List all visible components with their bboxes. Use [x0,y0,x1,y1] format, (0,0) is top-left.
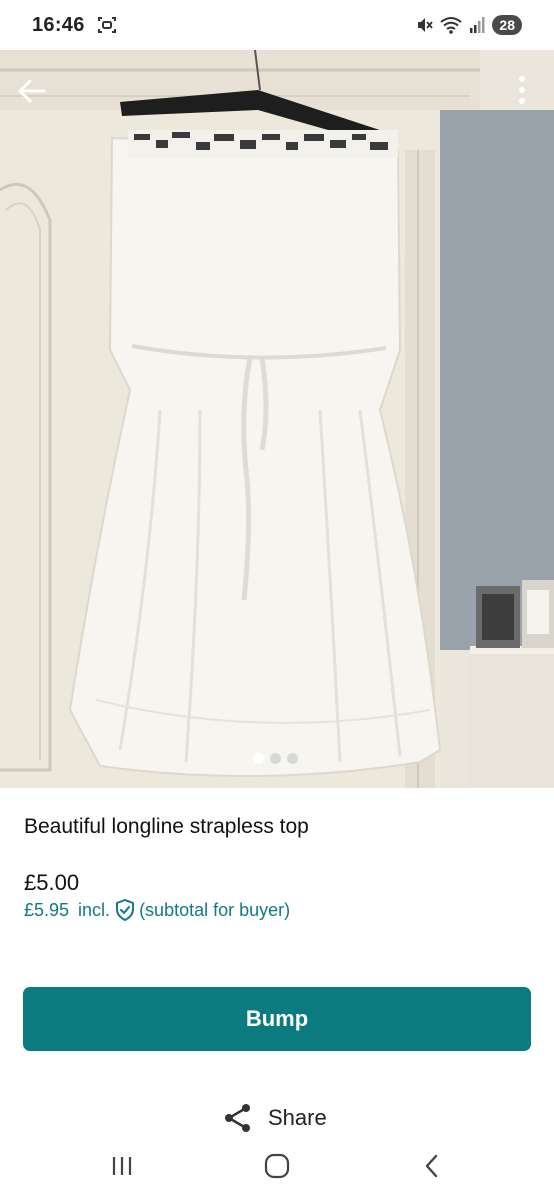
wifi-icon [440,17,463,34]
battery-icon: 28 [492,15,522,35]
dress-image [0,50,554,788]
home-icon [264,1153,290,1179]
bump-button[interactable]: Bump [23,987,531,1051]
system-back-button[interactable] [412,1150,452,1182]
listing-price: £5.00 [24,870,80,895]
share-label: Share [268,1105,327,1130]
system-nav-bar [0,1140,554,1200]
image-pager-dots[interactable] [253,753,298,764]
signal-icon [470,17,485,33]
pager-dot[interactable] [253,753,264,764]
back-arrow-button[interactable] [14,76,50,106]
share-button[interactable]: Share [222,1098,327,1138]
listing-title: Beautiful longline strapless top [24,815,309,838]
product-photo[interactable] [0,50,554,788]
mute-icon [418,18,434,32]
share-icon [225,1104,250,1132]
buyer-price: £5.95 [24,899,70,920]
subtotal-note: (subtotal for buyer) [139,899,291,920]
screenshot-icon [97,17,116,33]
pager-dot[interactable] [287,753,298,764]
incl-label: incl. [78,899,111,920]
status-time: 16:46 [32,13,85,36]
recent-apps-button[interactable] [102,1150,142,1182]
status-bar: 16:46 28 [0,0,554,50]
pager-dot[interactable] [270,753,281,764]
more-options-button[interactable] [508,72,536,110]
status-icons: 28 [415,15,522,35]
shield-check-icon [116,899,135,921]
recent-apps-icon [112,1157,132,1175]
buyer-price-info[interactable]: £5.95 incl. (subtotal for buyer) [24,898,290,922]
back-icon [425,1154,438,1178]
home-button[interactable] [257,1150,297,1182]
